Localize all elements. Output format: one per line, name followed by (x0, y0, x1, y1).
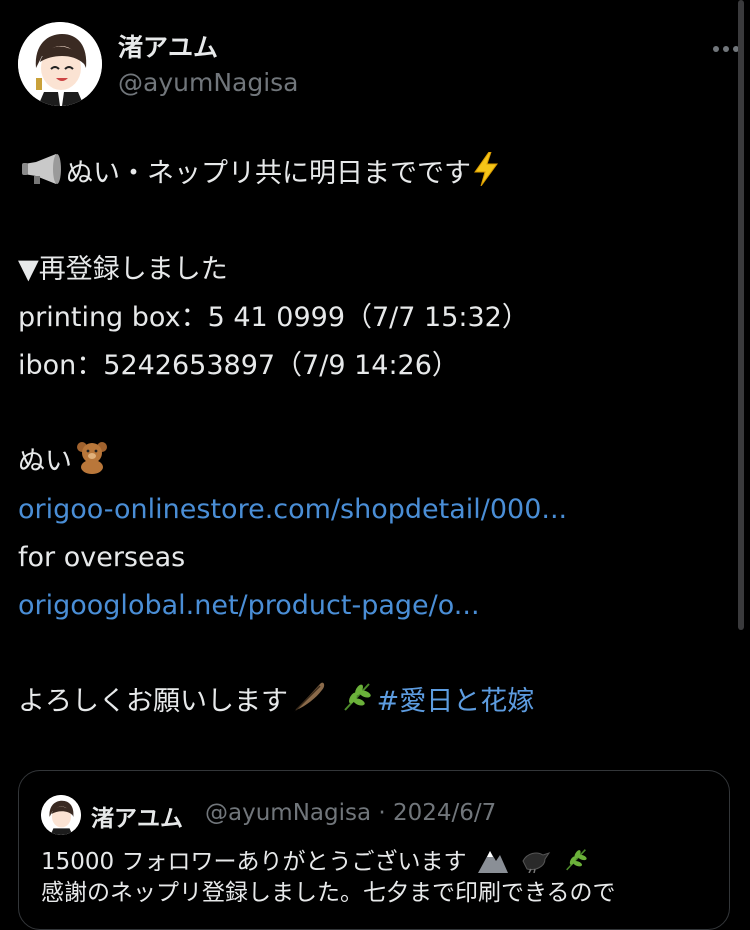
post-text-line-12: よろしくお願いします (18, 686, 288, 717)
quote-text-line-2: 感謝のネップリ登録しました。七夕まで印刷できるので (41, 880, 616, 906)
quote-line: 15000 フォロワーありがとうございます (41, 845, 711, 877)
herb-icon (339, 678, 375, 730)
avatar[interactable] (18, 22, 102, 106)
quoted-post[interactable]: 渚アユム @ayumNagisa · 2024/6/7 15000 フォロワーあ… (18, 770, 730, 930)
feather-icon (290, 678, 326, 730)
link-online-store[interactable]: origoo-onlinestore.com/shopdetail/000... (18, 486, 733, 534)
quote-handle-date[interactable]: @ayumNagisa · 2024/6/7 (205, 800, 496, 826)
user-handle[interactable]: @ayumNagisa (118, 68, 299, 97)
display-name[interactable]: 渚アユム (118, 28, 218, 64)
post-line: ぬい・ネップリ共に明日までです (18, 150, 733, 198)
post-header: 渚アユム @ayumNagisa (18, 22, 739, 108)
post-line: ぬい (18, 438, 733, 486)
post-text-line-9: for overseas (18, 542, 186, 573)
lightning-icon (473, 151, 499, 202)
link-global-store[interactable]: origooglobal.net/product-page/o... (18, 582, 733, 630)
hashtag-link[interactable]: #愛日と花嫁 (377, 686, 535, 717)
quote-display-name[interactable]: 渚アユム (91, 799, 183, 833)
post-text-line-5: ibon：5242653897（7/9 14:26） (18, 350, 459, 381)
post-text-line-4: printing box：5 41 0999（7/7 15:32） (18, 302, 529, 333)
post-text-line-1: ぬい・ネップリ共に明日までです (66, 158, 471, 189)
post-text-line-7: ぬい (18, 446, 72, 477)
post-text-line-3: ▼再登録しました (18, 254, 228, 285)
post-body: ぬい・ネップリ共に明日までです ▼再登録しました printing box：5 … (18, 150, 733, 726)
scrollbar[interactable] (738, 0, 744, 630)
quote-text-line-1: 15000 フォロワーありがとうございます (41, 849, 467, 875)
quote-text: 15000 フォロワーありがとうございます 感謝のネップリ登録しました。七夕まで… (41, 845, 711, 909)
quote-avatar[interactable] (41, 795, 81, 835)
teddy-bear-icon (74, 440, 110, 490)
post-line: よろしくお願いします #愛日と花嫁 (18, 678, 733, 726)
megaphone-icon (20, 152, 64, 202)
